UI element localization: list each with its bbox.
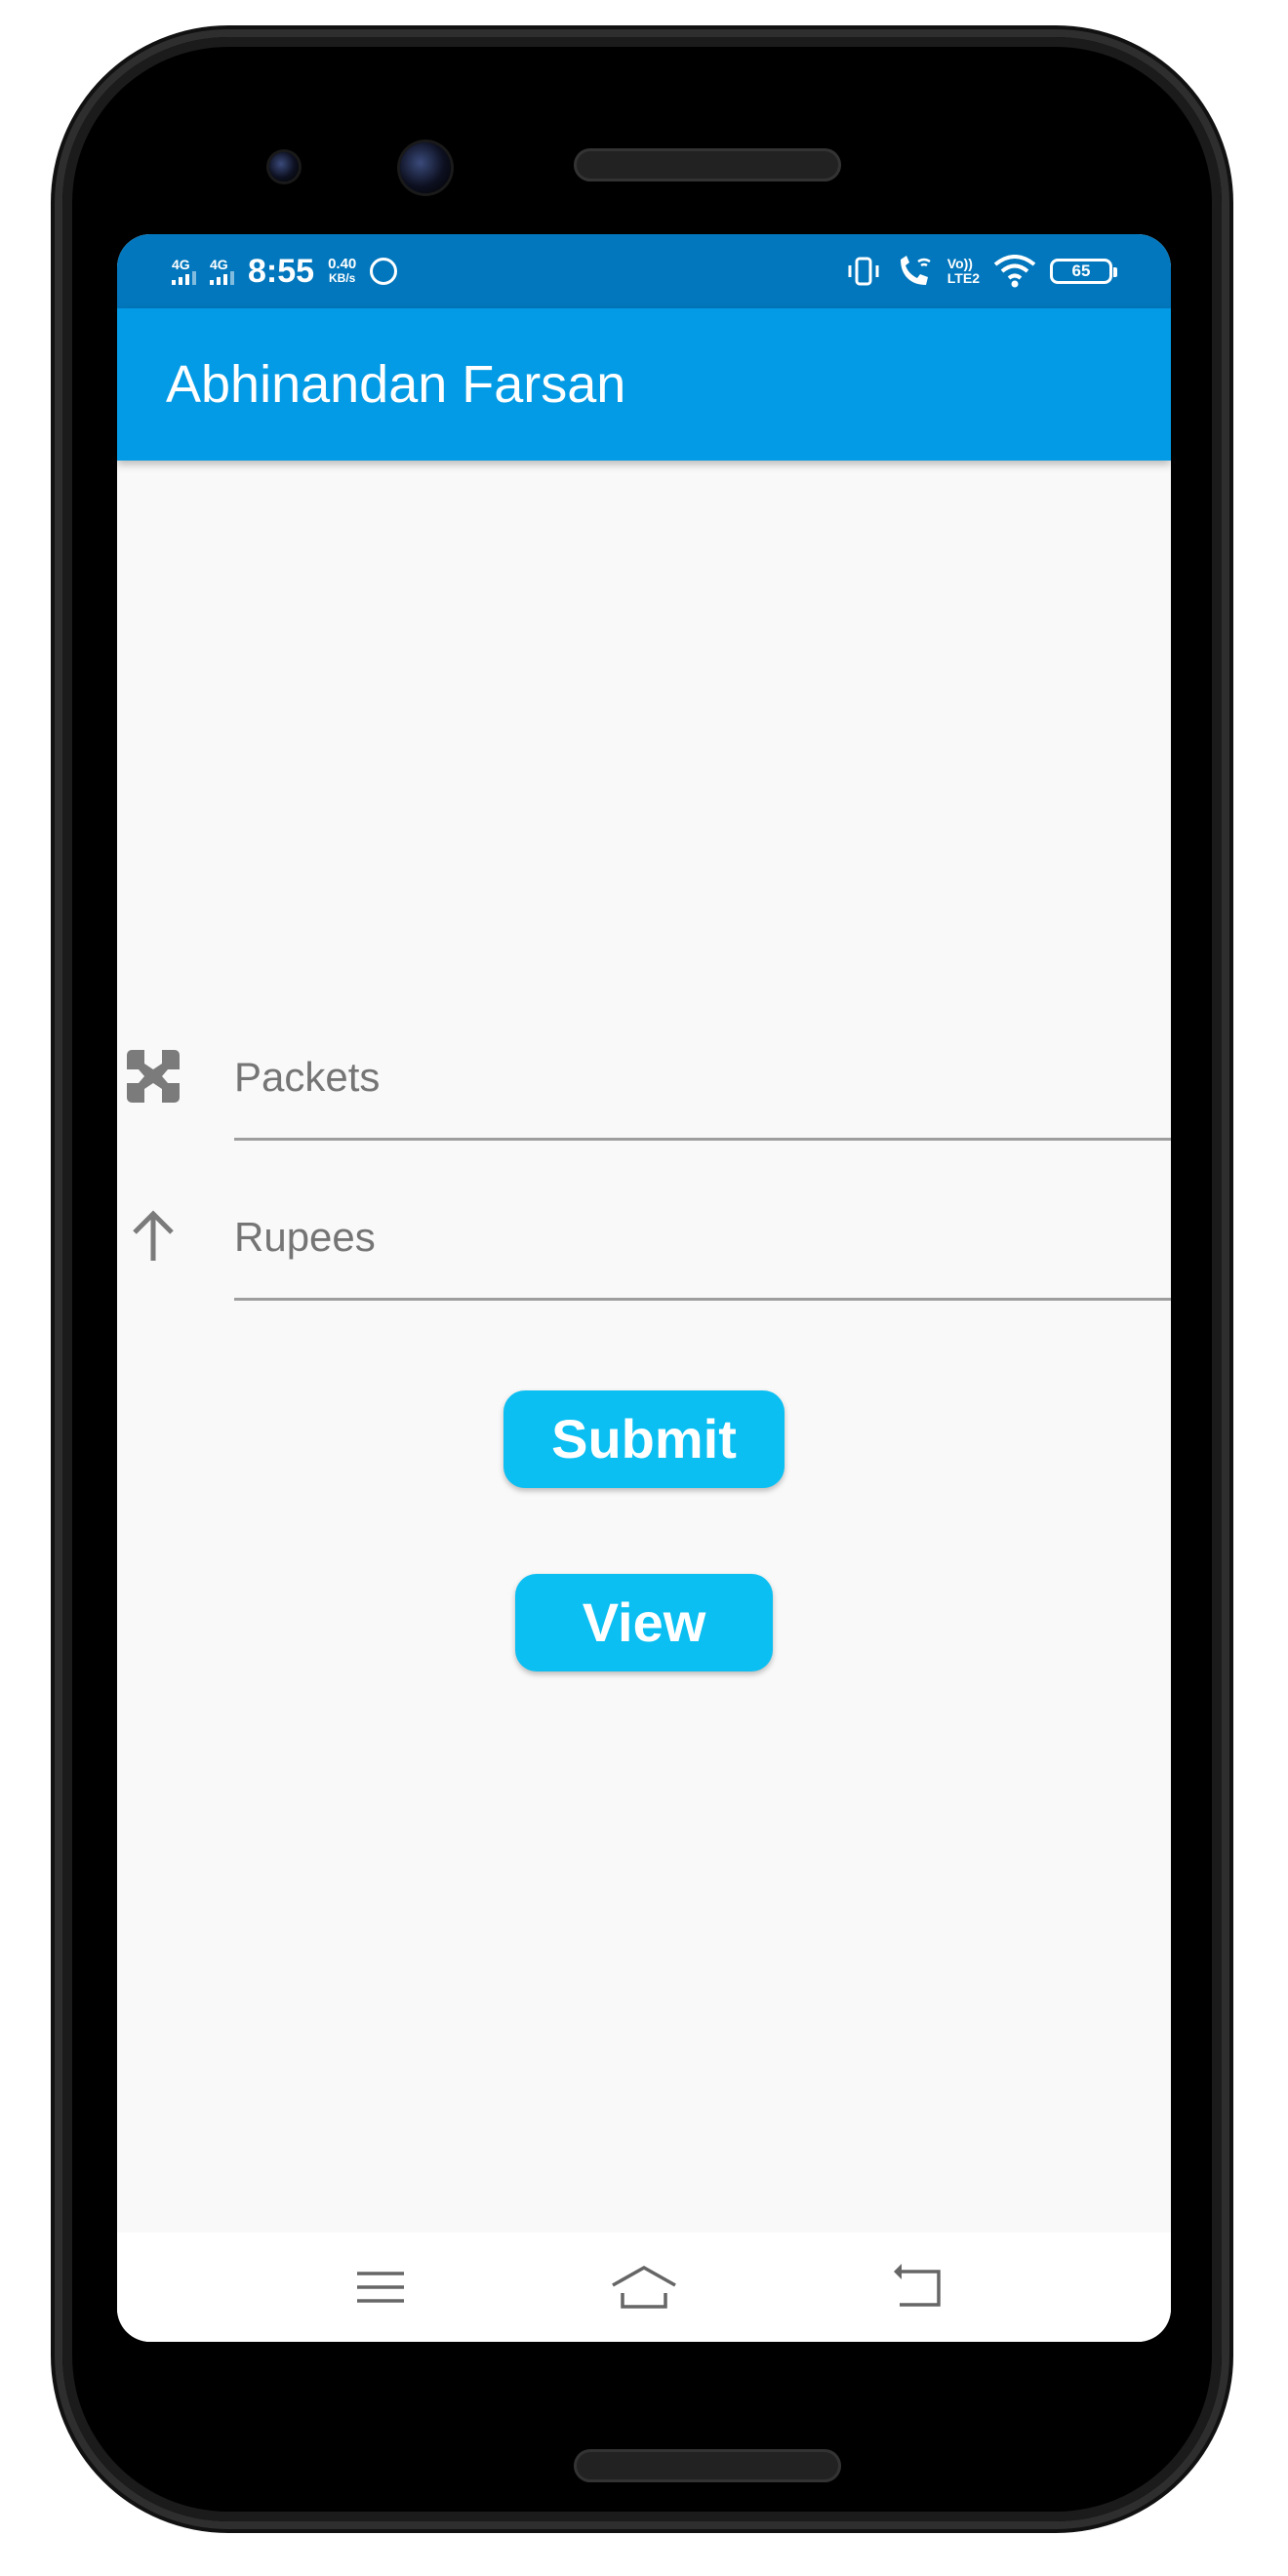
packets-input-placeholder: Packets (234, 1054, 381, 1100)
sim1-label: 4G (172, 257, 190, 272)
sim2-label: 4G (210, 257, 228, 272)
back-icon[interactable] (888, 2258, 946, 2316)
rupees-input-placeholder: Rupees (234, 1214, 376, 1260)
submit-button[interactable]: Submit (503, 1390, 785, 1488)
sim1-signal: 4G (172, 258, 196, 285)
app-bar: Abhinandan Farsan (117, 308, 1171, 461)
whatsapp-icon (370, 258, 398, 285)
front-sensor (269, 152, 299, 181)
volte-label: Vo)) (946, 256, 973, 271)
volume-button (1220, 578, 1233, 753)
network-speed: 0.40 KB/s (328, 257, 356, 286)
app-title: Abhinandan Farsan (166, 355, 626, 414)
vibrate-icon (848, 257, 879, 286)
volte-indicator: Vo)) LTE2 (947, 257, 980, 286)
battery-icon: 65 (1050, 259, 1117, 284)
arrow-up-icon (133, 1210, 174, 1261)
home-icon[interactable] (609, 2258, 679, 2316)
lte-label: LTE2 (946, 270, 980, 286)
navigation-bar (117, 2233, 1171, 2342)
packets-underline (234, 1138, 1171, 1141)
sim2-signal: 4G (210, 258, 234, 285)
screen: 4G 4G 8:55 0.40 KB/s Vo)) LTE2 65 Abhina… (117, 234, 1171, 2342)
bottom-speaker (574, 2449, 841, 2482)
wifi-icon (993, 255, 1036, 288)
package-icon (127, 1050, 180, 1103)
front-camera (400, 142, 451, 193)
menu-icon[interactable] (351, 2258, 410, 2316)
speed-unit: KB/s (328, 271, 356, 285)
status-bar: 4G 4G 8:55 0.40 KB/s Vo)) LTE2 65 (117, 234, 1171, 308)
clock: 8:55 (248, 252, 315, 290)
battery-level: 65 (1071, 262, 1091, 280)
packets-field[interactable]: Packets (117, 1005, 1171, 1151)
wifi-call-icon (900, 256, 931, 285)
rupees-field[interactable]: Rupees (117, 1165, 1171, 1311)
speed-value: 0.40 (328, 256, 357, 272)
earpiece-speaker (574, 148, 841, 181)
rupees-underline (234, 1298, 1171, 1301)
power-button (1220, 917, 1233, 1259)
view-button[interactable]: View (515, 1574, 773, 1671)
